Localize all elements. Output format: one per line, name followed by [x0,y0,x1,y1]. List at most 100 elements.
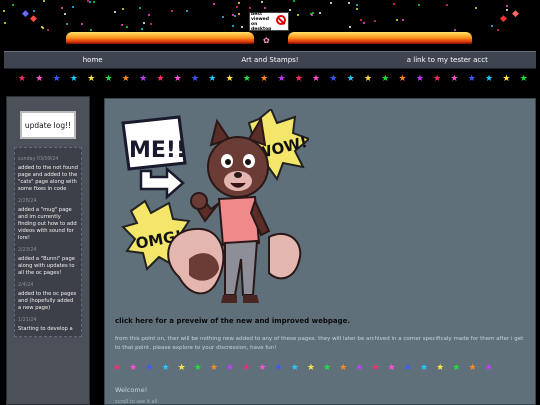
sparkle-dot [234,15,236,17]
log-date: 2/4/24 [18,283,34,288]
star-icon: ★ [190,74,200,84]
sparkle-dot [418,4,420,6]
star-icon: ★ [260,74,269,84]
sparkle-dot [491,25,493,27]
sparkle-dot [497,29,499,31]
nav-art-and-stamps[interactable]: Art and Stamps! [181,52,358,68]
sparkle-dot [93,1,95,3]
log-text: added a "mug" page and im currently find… [18,207,77,241]
sparkle-dot [47,29,49,31]
log-entry: 2/4/24 added to the oc pages and (hopefu… [18,283,78,312]
sparkle-dot [148,14,150,16]
welcome-heading: Welcome! [115,386,148,394]
flower-icon: ✿ [263,36,270,45]
star-divider-top: ★ ★ ★ ★ ★ ★ ★ ★ ★ ★ ★ ★ ★ ★ ★ ★ ★ ★ ★ ★ ★ ★ ★ ★ ★ ★ ★ ★ ★ ★ [18,74,528,84]
nav-tester-account[interactable]: a link to my tester acct [359,52,536,68]
sparkle-dot [232,25,234,27]
sparkle-dot [349,26,351,28]
sparkle-dot [330,2,332,4]
sparkle-dot [81,23,83,25]
sparkle-dot [261,1,263,3]
sparkle-dot [506,9,508,11]
site-header: ◆ ◆ ◆ ◆ best viewed on desktop ✿ [0,0,540,50]
log-text: added to the oc pages and (hopefully add… [18,291,77,311]
sparkle-dot [43,0,45,2]
star-icon: ★ [355,363,364,373]
log-date: 2/26/24 [18,199,37,204]
star-icon: ★ [156,74,165,84]
star-icon: ★ [363,74,373,84]
star-icon: ★ [129,363,138,373]
log-entry: 1/21/24 Starting to develop a [18,318,78,333]
star-icon: ★ [69,74,78,84]
star-icon: ★ [294,74,303,84]
log-entry: sunday 03/09/24 added to the not found p… [18,157,78,193]
star-icon: ★ [225,74,234,84]
sparkle-dot [311,14,313,16]
sparkle-dot [249,7,251,9]
sparkle-dot [363,22,365,24]
star-icon: ★ [485,74,494,84]
top-nav: home Art and Stamps! a link to my tester… [4,51,536,69]
star-icon: ★ [113,363,122,373]
sparkle-dot [393,3,395,5]
star-icon: ★ [381,74,390,84]
star-icon: ★ [329,74,338,84]
log-text: Starting to develop a [18,326,73,332]
star-icon: ★ [18,74,27,84]
update-log-sidebar: update log!! sunday 03/09/24 added to th… [6,96,90,405]
sparkle-dot [236,6,238,8]
star-icon: ★ [306,363,315,373]
no-phone-icon [276,15,286,25]
star-icon: ★ [209,363,219,373]
sparkle-dot [3,10,5,12]
sparkle-dot [402,19,404,21]
sparkle-dot [66,23,68,25]
preview-new-webpage-link[interactable]: click here for a preveiw of the new and … [115,317,350,325]
sparkle-dot [90,29,92,31]
sparkle-dot [222,16,224,18]
star-icon: ★ [121,74,130,84]
star-icon: ★ [312,74,321,84]
sparkle-dot [360,19,362,21]
sparkle-dot [293,0,295,2]
sparkle-dot [89,1,91,3]
content-footer-fragment: scroll to see it all [115,399,158,405]
star-icon: ★ [398,74,407,84]
star-icon: ★ [323,363,332,373]
star-icon: ★ [484,363,493,373]
star-icon: ★ [52,74,61,84]
sparkle-dot [289,9,291,11]
log-date: sunday 03/09/24 [18,157,59,162]
sparkle-dot [446,4,448,6]
star-icon: ★ [419,363,429,373]
sparkle-dot [122,8,124,10]
star-icon: ★ [242,363,251,373]
sparkle-dot [33,10,35,12]
log-entry: 2/26/24 added a "mug" page and im curren… [18,199,78,242]
sparkle-dot [139,7,141,9]
star-icon: ★ [452,363,461,373]
star-icon: ★ [468,363,477,373]
log-entry: 2/23/24 added a "Bunni" page along with … [18,248,78,277]
star-icon: ★ [290,363,299,373]
star-icon: ★ [104,74,113,84]
me-bubble-text: ME!! [129,138,186,163]
nav-home[interactable]: home [4,52,181,68]
star-icon: ★ [161,363,170,373]
gem-icon-left: ◆ [22,9,29,19]
me-speech-bubble: ME!! [121,115,187,200]
sparkle-dot [213,3,215,5]
star-icon: ★ [277,74,286,84]
update-log-list[interactable]: sunday 03/09/24 added to the not found p… [14,147,82,337]
sparkle-dot [72,6,74,8]
star-icon: ★ [173,74,182,84]
best-viewed-text: best viewed on desktop [251,11,272,32]
flame-divider-right [288,32,472,44]
sparkle-dot [87,0,89,2]
star-icon: ★ [436,363,445,373]
sparkle-dot [143,22,145,24]
character-head [207,116,269,198]
sparkle-dot [4,22,6,24]
sparkle-dot [64,13,66,15]
